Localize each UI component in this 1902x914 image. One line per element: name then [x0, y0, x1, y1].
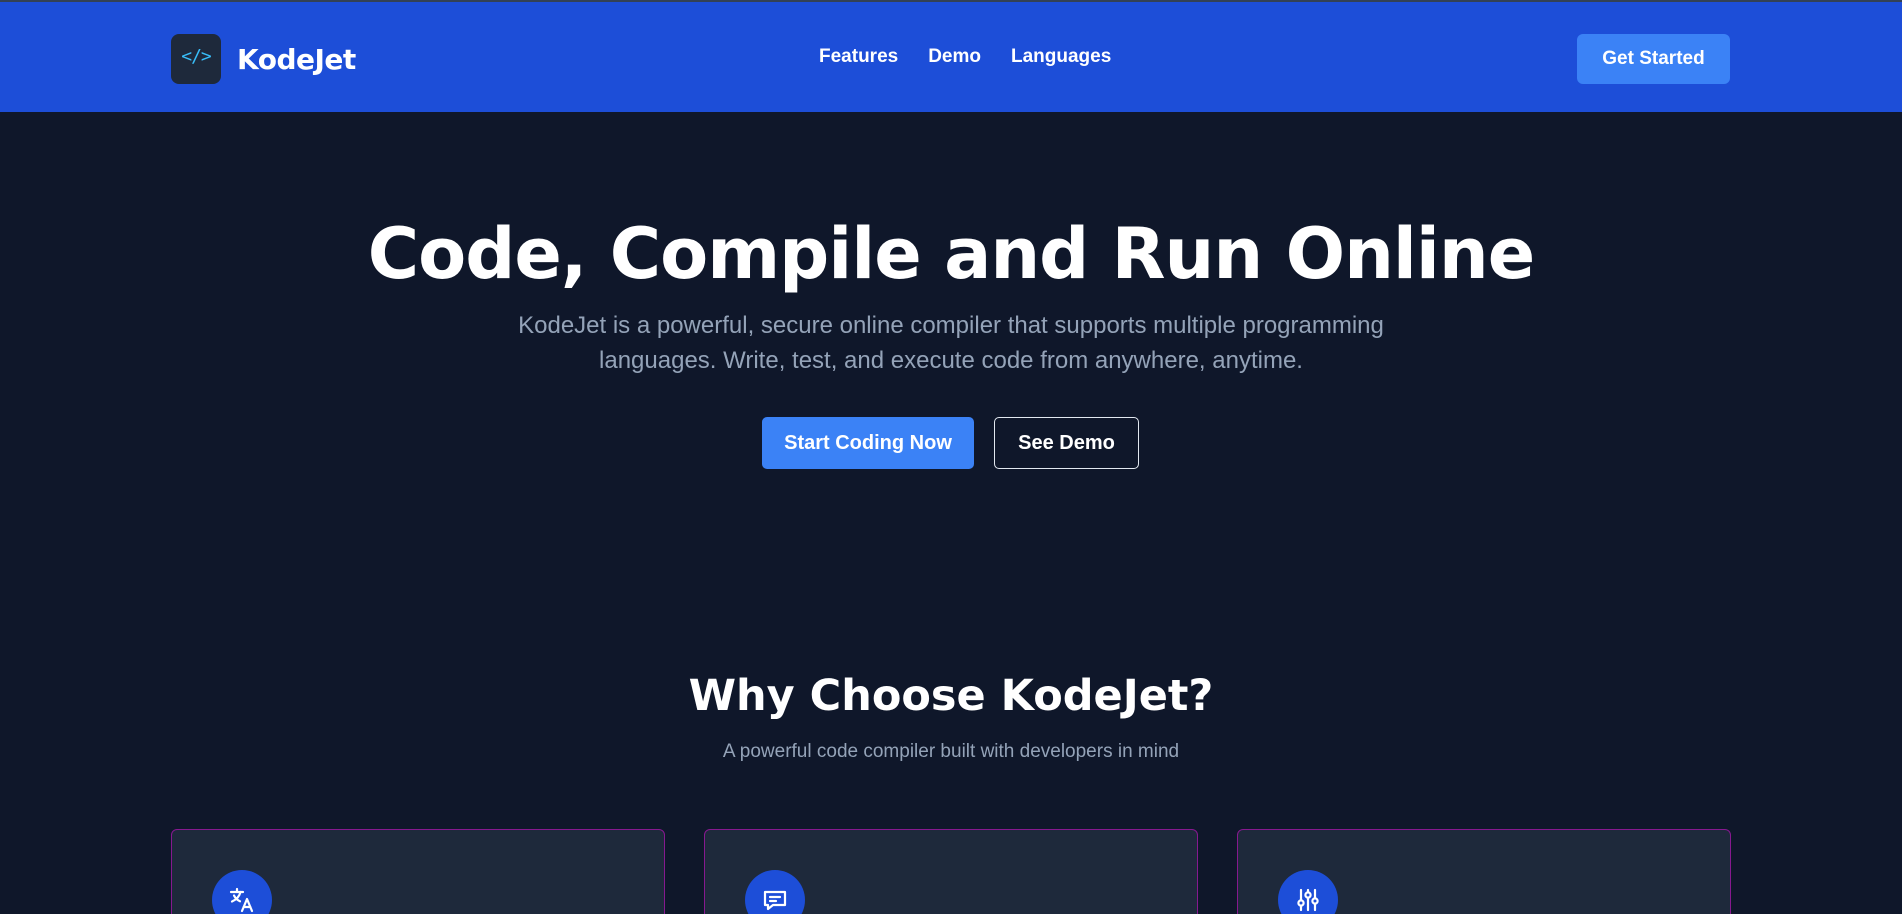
- sliders-icon: [1278, 870, 1338, 914]
- code-logo-icon: </>: [171, 34, 221, 84]
- brand[interactable]: </> KodeJet: [171, 34, 356, 84]
- nav-links: Features Demo Languages: [819, 46, 1111, 68]
- logo-glyph: </>: [181, 45, 211, 67]
- hero-subtitle: KodeJet is a powerful, secure online com…: [518, 312, 1384, 374]
- feature-card-3: [1237, 829, 1731, 914]
- feature-card-2: [704, 829, 1198, 914]
- see-demo-button[interactable]: See Demo: [994, 417, 1139, 469]
- brand-name: KodeJet: [237, 42, 356, 76]
- features-subtitle: A powerful code compiler built with deve…: [722, 741, 1180, 762]
- features-title: Why Choose KodeJet?: [688, 671, 1214, 721]
- nav-link-demo[interactable]: Demo: [928, 46, 981, 68]
- page: </> KodeJet Features Demo Languages Get …: [0, 0, 1902, 914]
- get-started-button[interactable]: Get Started: [1577, 34, 1730, 84]
- translate-icon: [212, 870, 272, 914]
- feature-card-1: [171, 829, 665, 914]
- message-icon: [745, 870, 805, 914]
- nav-link-languages[interactable]: Languages: [1011, 46, 1111, 68]
- start-coding-button[interactable]: Start Coding Now: [762, 417, 974, 469]
- hero-title: Code, Compile and Run Online: [367, 213, 1535, 295]
- nav-link-features[interactable]: Features: [819, 46, 898, 68]
- top-navbar: </> KodeJet Features Demo Languages Get …: [0, 0, 1902, 112]
